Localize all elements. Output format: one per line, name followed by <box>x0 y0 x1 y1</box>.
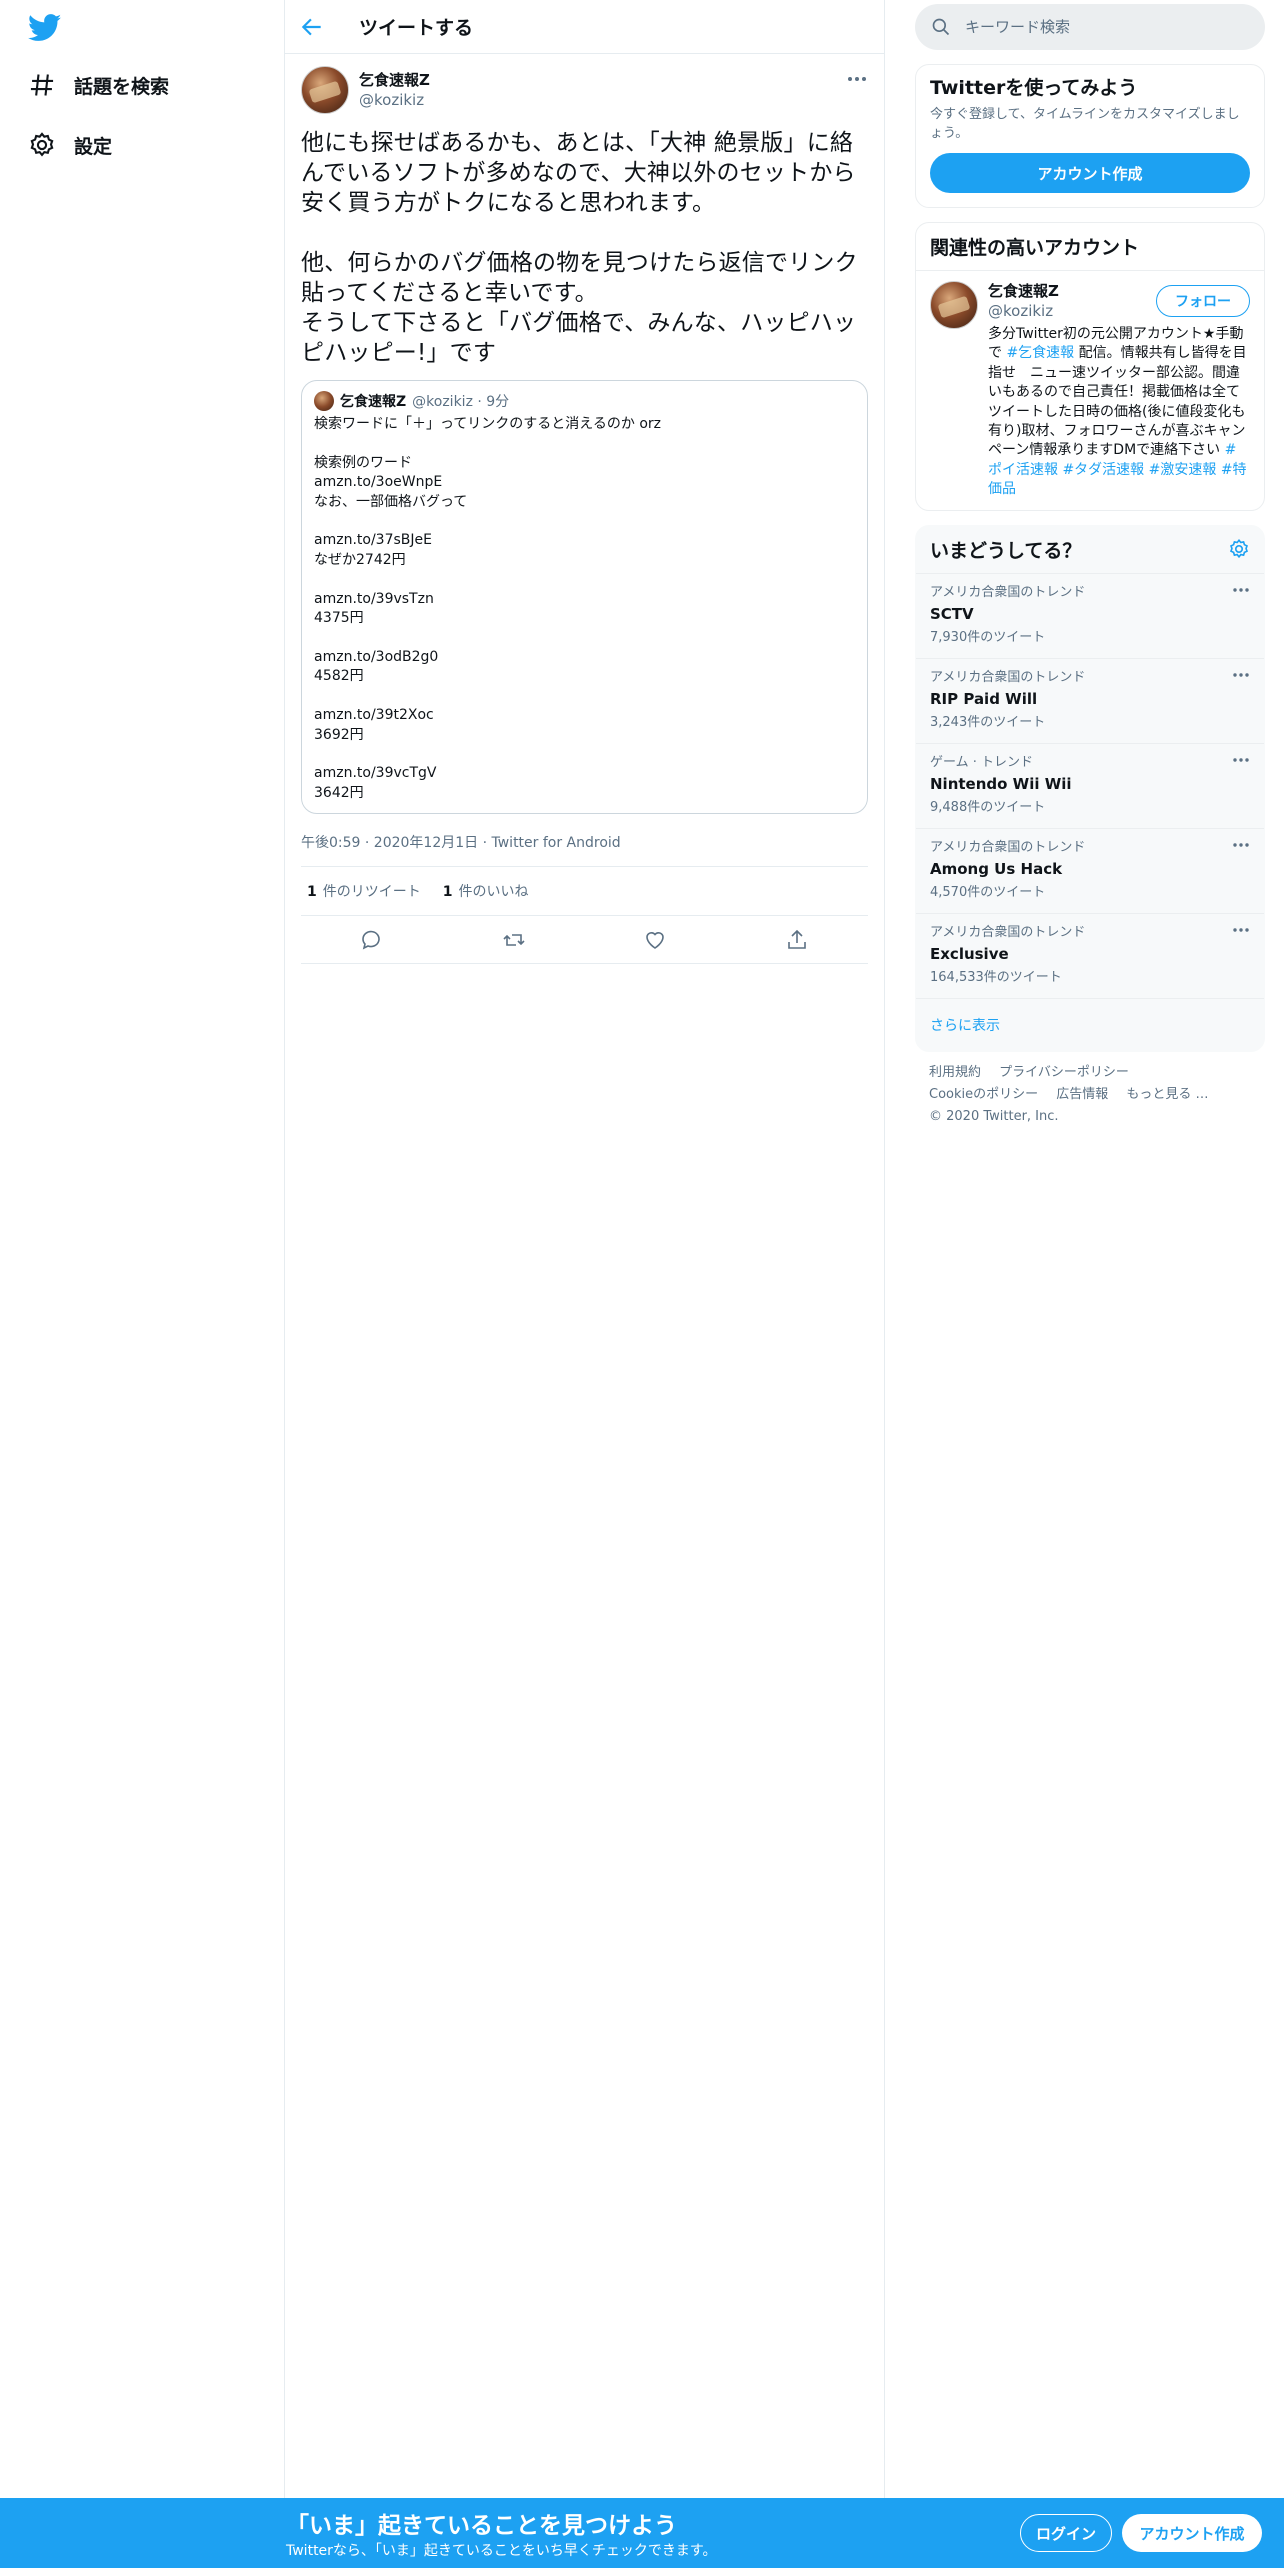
bottom-bar-subtitle: Twitterなら、「いま」起きていることをいち早くチェックできます。 <box>286 2543 717 2559</box>
tweet-actions <box>301 916 868 965</box>
like-count-link[interactable]: 1 件のいいね <box>443 881 529 901</box>
retweet-count-link[interactable]: 1 件のリツイート <box>307 881 421 901</box>
more-options-icon[interactable] <box>1232 586 1250 594</box>
tweet-timestamp[interactable]: 午後0:59 · 2020年12月1日 · Twitter for Androi… <box>301 816 868 868</box>
quoted-avatar <box>314 391 334 411</box>
follow-button[interactable]: フォロー <box>1156 285 1250 317</box>
quoted-author-name: 乞食速報Z <box>340 394 407 410</box>
search-box[interactable] <box>915 4 1265 50</box>
avatar[interactable] <box>930 281 978 329</box>
relevant-accounts-title: 関連性の高いアカウント <box>916 223 1264 271</box>
right-sidebar: Twitterを使ってみよう 今すぐ登録して、タイムラインをカスタマイズしましょ… <box>915 0 1265 1138</box>
quoted-text: 検索ワードに「＋」ってリンクのすると消えるのか orz 検索例のワード amzn… <box>314 416 661 801</box>
show-more-link[interactable]: さらに表示 <box>916 999 1264 1051</box>
tweet-author: 乞食速報Z @kozikiz <box>301 64 868 116</box>
trends-card: いまどうしてる？ アメリカ合衆国のトレンド SCTV 7,930件のツイート ア… <box>915 524 1265 1052</box>
back-arrow-icon[interactable] <box>299 14 325 40</box>
bio-text-2: 配信。情報共有し皆得を目指せ ニュー速ツイッター部公認。間違いもあるので自己責任… <box>988 345 1247 459</box>
signup-title: Twitterを使ってみよう <box>930 77 1138 99</box>
trend-count: 164,533件のツイート <box>930 969 1062 985</box>
quoted-meta: @kozikiz · 9分 <box>412 394 510 410</box>
trend-item[interactable]: アメリカ合衆国のトレンド Exclusive 164,533件のツイート <box>916 914 1264 999</box>
trend-name: Exclusive <box>930 944 1009 963</box>
like-heart-icon[interactable] <box>643 928 667 952</box>
signup-description: 今すぐ登録して、タイムラインをカスタマイズしましょう。 <box>930 107 1240 141</box>
trend-count: 3,243件のツイート <box>930 714 1046 730</box>
nav-explore-label: 話題を検索 <box>74 75 170 98</box>
trend-name: Among Us Hack <box>930 859 1063 878</box>
account-row[interactable]: 乞食速報Z @kozikiz 多分Twitter初の元公開アカウント★手動で #… <box>916 271 1264 510</box>
tweet-text: 他にも探せばあるかも、あとは、「大神 絶景版」に絡んでいるソフトが多めなので、大… <box>301 130 858 366</box>
page-header: ツイートする <box>285 0 884 54</box>
left-nav: 話題を検索 設定 <box>0 0 284 2568</box>
author-handle[interactable]: @kozikiz <box>359 90 430 110</box>
relevant-accounts-card: 関連性の高いアカウント 乞食速報Z @kozikiz 多分Twitter初の元公… <box>915 222 1265 511</box>
footer-link-cookies[interactable]: Cookieのポリシー <box>929 1084 1038 1106</box>
trend-context: アメリカ合衆国のトレンド <box>930 584 1086 600</box>
footer-link-ads[interactable]: 広告情報 <box>1056 1084 1108 1106</box>
trends-title: いまどうしてる？ <box>930 539 1082 562</box>
nav-settings-label: 設定 <box>74 135 113 158</box>
account-bio: 多分Twitter初の元公開アカウント★手動で #乞食速報 配信。情報共有し皆得… <box>988 325 1250 500</box>
hash-icon <box>30 74 54 96</box>
tweet-stats: 1 件のリツイート 1 件のいいね <box>301 867 868 917</box>
like-count: 1 <box>442 884 453 901</box>
footer-copyright: © 2020 Twitter, Inc. <box>929 1108 1059 1124</box>
hashtag-link[interactable]: #乞食速報 <box>1006 345 1074 361</box>
hashtag-link[interactable]: #タダ活速報 <box>1062 462 1144 478</box>
trend-count: 7,930件のツイート <box>930 629 1046 645</box>
author-name[interactable]: 乞食速報Z <box>359 70 430 90</box>
signup-card: Twitterを使ってみよう 今すぐ登録して、タイムラインをカスタマイズしましょ… <box>915 64 1265 208</box>
twitter-logo-icon[interactable] <box>28 14 62 42</box>
more-options-icon[interactable] <box>846 74 868 84</box>
nav-explore[interactable]: 話題を検索 <box>28 60 169 110</box>
hashtag-link[interactable]: #激安速報 <box>1149 462 1217 478</box>
share-icon[interactable] <box>785 928 809 952</box>
page-title: ツイートする <box>359 17 474 39</box>
signup-button[interactable]: アカウント作成 <box>1122 2514 1262 2552</box>
bottom-bar-title: 「いま」起きていることを見つけよう <box>286 2513 677 2539</box>
footer-link-privacy[interactable]: プライバシーポリシー <box>999 1062 1129 1084</box>
gear-icon <box>30 132 54 157</box>
nav-settings[interactable]: 設定 <box>28 120 112 170</box>
login-button[interactable]: ログイン <box>1020 2514 1112 2552</box>
trend-context: アメリカ合衆国のトレンド <box>930 924 1086 940</box>
more-options-icon[interactable] <box>1232 756 1250 764</box>
trend-name: Nintendo Wii Wii <box>930 774 1072 793</box>
main-column: ツイートする 乞食速報Z @kozikiz 他にも探せばあるかも、あとは、「大神… <box>284 0 885 2568</box>
search-input[interactable] <box>965 18 1225 36</box>
trend-context: アメリカ合衆国のトレンド <box>930 669 1086 685</box>
trend-name: SCTV <box>930 604 974 623</box>
search-icon <box>932 18 950 36</box>
trend-count: 9,488件のツイート <box>930 799 1046 815</box>
trend-item[interactable]: ゲーム · トレンド Nintendo Wii Wii 9,488件のツイート <box>916 744 1264 829</box>
reply-icon[interactable] <box>360 928 384 952</box>
footer-link-more[interactable]: もっと見る … <box>1126 1084 1208 1106</box>
trend-context: ゲーム · トレンド <box>930 754 1034 770</box>
more-options-icon[interactable] <box>1232 926 1250 934</box>
trend-context: アメリカ合衆国のトレンド <box>930 839 1086 855</box>
create-account-button[interactable]: アカウント作成 <box>930 153 1250 193</box>
retweet-icon[interactable] <box>502 928 526 952</box>
trend-name: RIP Paid Will <box>930 689 1038 708</box>
trend-item[interactable]: アメリカ合衆国のトレンド RIP Paid Will 3,243件のツイート <box>916 659 1264 744</box>
retweet-count: 1 <box>307 884 317 901</box>
avatar[interactable] <box>301 66 349 114</box>
bottom-signup-bar: 「いま」起きていることを見つけよう Twitterなら、「いま」起きていることを… <box>0 2498 1284 2568</box>
quoted-tweet[interactable]: 乞食速報Z @kozikiz · 9分 検索ワードに「＋」ってリンクのすると消え… <box>301 380 868 815</box>
trend-item[interactable]: アメリカ合衆国のトレンド Among Us Hack 4,570件のツイート <box>916 829 1264 914</box>
more-options-icon[interactable] <box>1232 671 1250 679</box>
retweet-count-label: 件のリツイート <box>322 884 421 901</box>
tweet: 乞食速報Z @kozikiz 他にも探せばあるかも、あとは、「大神 絶景版」に絡… <box>285 54 884 965</box>
more-options-icon[interactable] <box>1232 841 1250 849</box>
trend-item[interactable]: アメリカ合衆国のトレンド SCTV 7,930件のツイート <box>916 574 1264 659</box>
like-count-label: 件のいいね <box>458 884 529 901</box>
settings-gear-icon[interactable] <box>1228 538 1250 560</box>
footer-link-terms[interactable]: 利用規約 <box>929 1062 981 1084</box>
footer-links: 利用規約 プライバシーポリシー Cookieのポリシー 広告情報 もっと見る …… <box>915 1052 1265 1138</box>
trend-count: 4,570件のツイート <box>930 884 1046 900</box>
